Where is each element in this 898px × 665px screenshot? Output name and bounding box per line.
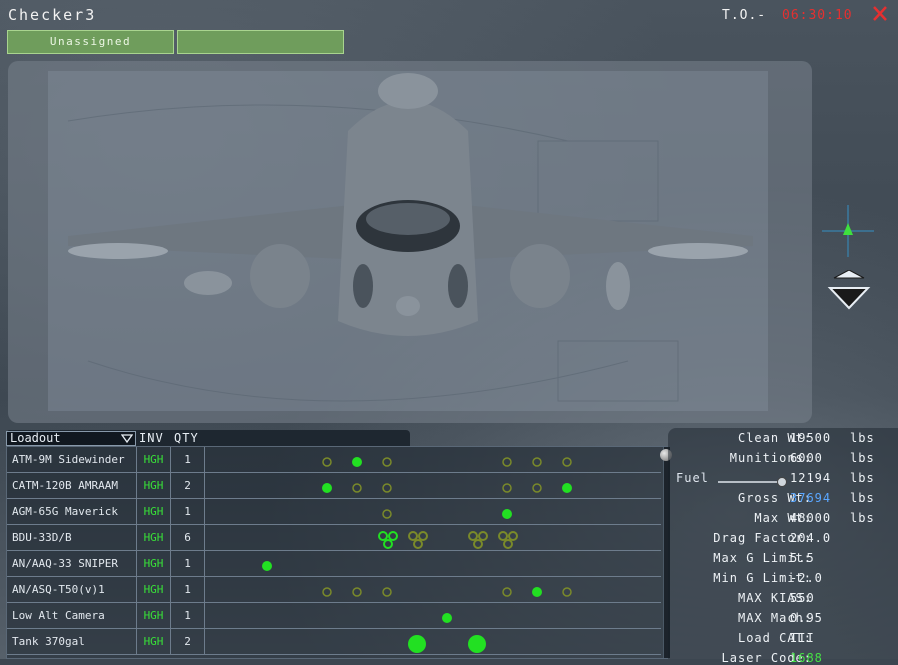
- store-inventory: HGH: [137, 603, 171, 629]
- hardpoint-empty[interactable]: [352, 587, 362, 597]
- hardpoint-loaded[interactable]: [262, 561, 272, 571]
- hardpoint-empty[interactable]: [322, 587, 332, 597]
- hardpoint-empty[interactable]: [502, 587, 512, 597]
- hardpoint-empty[interactable]: [502, 483, 512, 493]
- fuel-label: Fuel: [676, 471, 709, 485]
- store-quantity[interactable]: 2: [171, 629, 205, 655]
- hardpoint-loaded[interactable]: [562, 483, 572, 493]
- store-name: CATM-120B AMRAAM: [7, 473, 137, 499]
- store-name: AN/AAQ-33 SNIPER: [7, 551, 137, 577]
- store-name: BDU-33D/B: [7, 525, 137, 551]
- store-inventory: HGH: [137, 473, 171, 499]
- store-quantity[interactable]: 1: [171, 577, 205, 603]
- fuel-value: 12194: [790, 471, 832, 485]
- store-inventory: HGH: [137, 551, 171, 577]
- chevron-down-icon: [121, 434, 133, 444]
- hardpoint-loaded[interactable]: [322, 483, 332, 493]
- hardpoint-loaded[interactable]: [502, 509, 512, 519]
- column-header-inv: INV: [139, 431, 164, 445]
- hardpoint-empty[interactable]: [382, 509, 392, 519]
- hardpoint-empty[interactable]: [532, 457, 542, 467]
- aircraft-stats-panel: Clean Wt: 19500 lbs Munitions: 6000 lbs …: [668, 428, 898, 665]
- store-quantity[interactable]: 2: [171, 473, 205, 499]
- hardpoint-empty[interactable]: [322, 457, 332, 467]
- hardpoint-empty[interactable]: [382, 587, 392, 597]
- store-quantity[interactable]: 6: [171, 525, 205, 551]
- fuel-slider[interactable]: [718, 477, 790, 487]
- aircraft-render: [48, 71, 768, 411]
- max-kias-value: 550: [790, 591, 815, 605]
- store-quantity[interactable]: 1: [171, 603, 205, 629]
- hardpoint-empty[interactable]: [352, 483, 362, 493]
- store-inventory: HGH: [137, 499, 171, 525]
- store-name: AN/ASQ-T50(v)1: [7, 577, 137, 603]
- store-inventory: HGH: [137, 525, 171, 551]
- store-inventory: HGH: [137, 447, 171, 473]
- gross-weight-value: 37694: [790, 491, 832, 505]
- loadout-table: ATM-9M Sidewinder HGH 1 CATM-120B AMRAAM…: [6, 446, 672, 659]
- munitions-unit: lbs: [850, 451, 875, 465]
- flight-slot-unassigned-button[interactable]: Unassigned: [7, 30, 174, 54]
- hardpoint-grid: [262, 457, 572, 653]
- store-quantity[interactable]: 1: [171, 499, 205, 525]
- drag-factor-value: 204.0: [790, 531, 832, 545]
- load-cat-value: III: [790, 631, 815, 645]
- store-quantity[interactable]: 1: [171, 447, 205, 473]
- store-inventory: HGH: [137, 577, 171, 603]
- hardpoint-loaded[interactable]: [442, 613, 452, 623]
- loadout-dropdown-label: Loadout: [10, 431, 61, 445]
- hardpoint-empty[interactable]: [382, 457, 392, 467]
- max-weight-unit: lbs: [850, 511, 875, 525]
- hardpoint-empty[interactable]: [502, 457, 512, 467]
- max-weight-value: 48000: [790, 511, 832, 525]
- fuel-slider-thumb: [777, 477, 787, 487]
- store-name: ATM-9M Sidewinder: [7, 447, 137, 473]
- max-g-value: 5.5: [790, 551, 815, 565]
- takeoff-label: T.O.-: [722, 8, 767, 23]
- window-title: Checker3: [8, 6, 97, 24]
- hardpoint-loaded[interactable]: [468, 635, 486, 653]
- store-name: Low Alt Camera: [7, 603, 137, 629]
- munitions-value: 6000: [790, 451, 823, 465]
- hardpoint-loaded[interactable]: [408, 635, 426, 653]
- hardpoint-cluster-empty[interactable]: [408, 531, 428, 549]
- store-name: Tank 370gal: [7, 629, 137, 655]
- down-arrow-icon[interactable]: [826, 270, 872, 312]
- hardpoint-loaded[interactable]: [532, 587, 542, 597]
- close-icon: [873, 6, 887, 21]
- loadout-dropdown[interactable]: Loadout: [6, 431, 136, 446]
- close-button[interactable]: [870, 4, 890, 24]
- store-quantity[interactable]: 1: [171, 551, 205, 577]
- laser-code-value[interactable]: 1688: [790, 651, 823, 665]
- fuel-unit: lbs: [850, 471, 875, 485]
- flight-slot-empty-button[interactable]: [177, 30, 344, 54]
- max-mach-value: 0.95: [790, 611, 823, 625]
- hardpoint-empty[interactable]: [382, 483, 392, 493]
- takeoff-time: 06:30:10: [782, 8, 853, 23]
- hardpoint-empty[interactable]: [562, 457, 572, 467]
- clean-weight-unit: lbs: [850, 431, 875, 445]
- min-g-value: -2.0: [790, 571, 823, 585]
- store-name: AGM-65G Maverick: [7, 499, 137, 525]
- aircraft-3d-view[interactable]: [8, 61, 812, 423]
- hardpoint-loaded[interactable]: [352, 457, 362, 467]
- hardpoint-cluster-empty[interactable]: [498, 531, 518, 549]
- hardpoint-empty[interactable]: [532, 483, 542, 493]
- clean-weight-value: 19500: [790, 431, 832, 445]
- hardpoint-cluster-loaded[interactable]: [378, 531, 398, 549]
- hardpoint-cluster-empty[interactable]: [468, 531, 488, 549]
- gross-weight-unit: lbs: [850, 491, 875, 505]
- store-inventory: HGH: [137, 629, 171, 655]
- crosshair-icon[interactable]: [822, 205, 874, 257]
- column-header-qty: QTY: [174, 431, 199, 445]
- hardpoint-empty[interactable]: [562, 587, 572, 597]
- title-bar: Checker3 T.O.- 06:30:10: [0, 0, 898, 30]
